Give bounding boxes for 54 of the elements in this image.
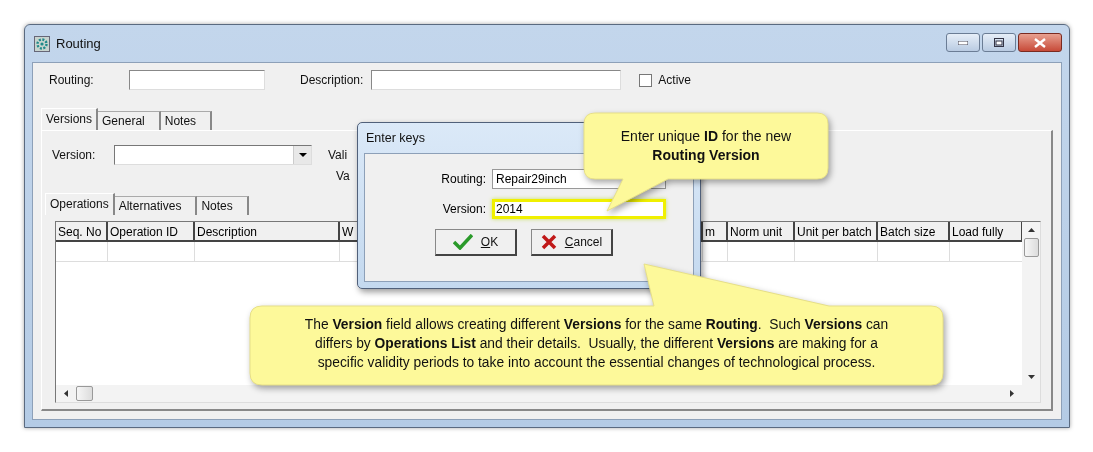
close-button[interactable]	[1018, 33, 1062, 52]
window-title: Routing	[56, 36, 101, 51]
tab[interactable]: General	[98, 111, 161, 130]
callout-text: Enter unique ID for the new Routing Version	[619, 127, 793, 165]
horizontal-scrollbar[interactable]	[56, 385, 1022, 402]
scroll-left-icon	[64, 390, 68, 397]
checkbox-label: Active	[658, 73, 692, 87]
column-header[interactable]: Seq. No	[56, 222, 108, 242]
tab[interactable]: Operations	[45, 193, 115, 215]
field-label: Va	[336, 169, 350, 183]
scrollbar-thumb[interactable]	[1023, 238, 1039, 257]
field-label: Routing:	[49, 73, 95, 87]
column-header[interactable]: Batch size	[878, 222, 950, 242]
dropdown-arrow-icon	[298, 153, 307, 157]
description-field[interactable]	[371, 70, 622, 90]
column-header[interactable]: Operation ID	[108, 222, 195, 242]
ok-button[interactable]: OK	[435, 229, 517, 256]
column-header[interactable]: Norm unit	[728, 222, 795, 242]
field-label: Version:	[52, 148, 97, 162]
vertical-scrollbar[interactable]	[1022, 222, 1040, 402]
maximize-button[interactable]	[982, 33, 1016, 52]
column-header[interactable]: m	[703, 222, 728, 242]
column-header[interactable]: Load fully	[950, 222, 1022, 242]
column-header[interactable]: Unit per batch	[795, 222, 878, 242]
tab[interactable]: Versions	[41, 108, 99, 130]
cross-icon	[540, 234, 557, 250]
field-label: Vali	[328, 148, 349, 162]
cancel-button[interactable]: Cancel	[531, 229, 613, 256]
close-icon	[1034, 37, 1046, 48]
callout-text: The Version field allows creating different Versions for the same Routing. Such Versions can differs by Operations List and their details. Usually, the different Versions are making for a specific validity periods to take into account the essential changes of technological process.	[303, 316, 890, 372]
dialog-title: Enter keys	[366, 131, 426, 145]
checkmark-icon	[452, 234, 473, 250]
text-field[interactable]: 2014	[492, 198, 666, 219]
table-cell	[56, 242, 108, 262]
tab[interactable]: Notes	[160, 111, 213, 130]
column-header[interactable]: Description	[195, 222, 340, 242]
scroll-up-icon	[1027, 228, 1035, 232]
routing-field[interactable]	[129, 70, 265, 90]
minimize-icon	[958, 40, 968, 45]
scrollbar-thumb[interactable]	[76, 386, 93, 401]
field-label: Description:	[300, 73, 364, 87]
active-checkbox[interactable]	[639, 73, 653, 87]
scroll-right-icon	[1010, 390, 1014, 397]
table-cell	[728, 242, 795, 262]
scroll-down-icon	[1027, 375, 1035, 379]
version-dropdown[interactable]	[114, 145, 312, 165]
minimize-button[interactable]	[946, 33, 980, 52]
table-cell	[878, 242, 950, 262]
tab[interactable]: Notes	[197, 196, 249, 215]
field-label: Routing:	[440, 171, 487, 186]
maximize-icon	[994, 38, 1004, 47]
field-label: Version:	[441, 201, 487, 216]
gear-icon	[34, 35, 50, 52]
tab[interactable]: Alternatives	[114, 196, 198, 215]
